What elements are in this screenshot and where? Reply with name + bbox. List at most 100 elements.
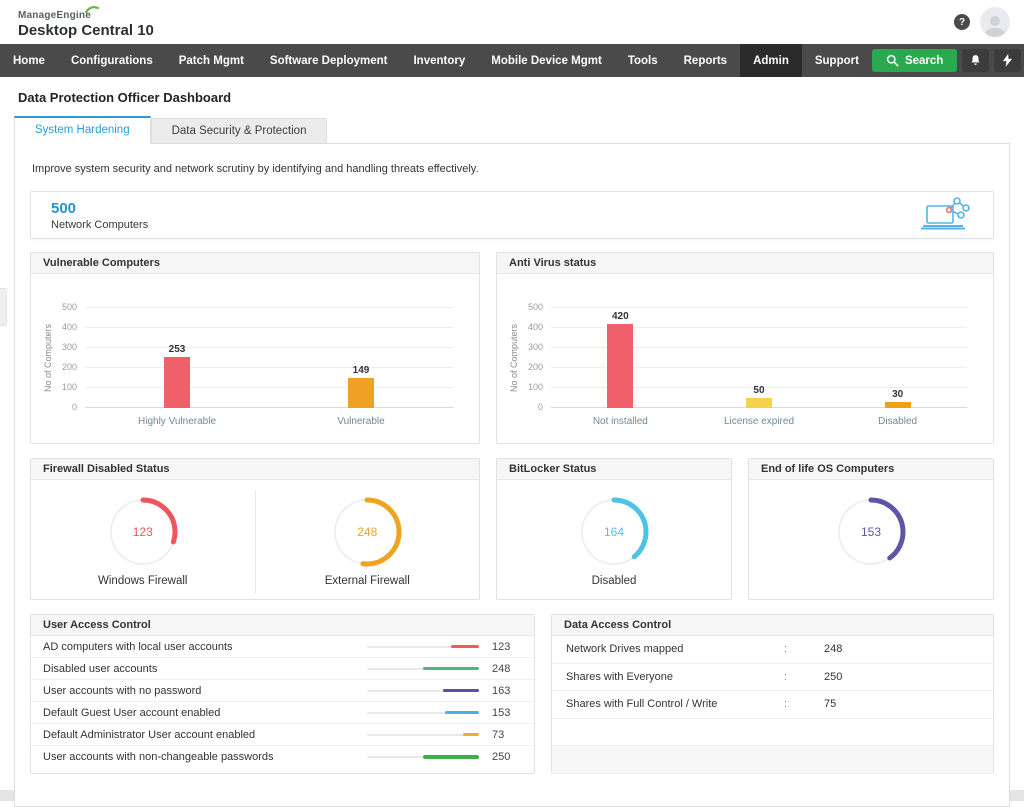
- donut[interactable]: 164Disabled: [578, 496, 650, 588]
- panel-description: Improve system security and network scru…: [32, 163, 994, 175]
- donut-label: Windows Firewall: [98, 575, 187, 588]
- metric-label: Default Guest User account enabled: [43, 707, 367, 719]
- y-tick-label: 100: [528, 382, 543, 392]
- donut-ring: 164: [578, 496, 650, 568]
- search-button-label: Search: [905, 55, 943, 67]
- donut[interactable]: 153: [835, 496, 907, 588]
- vulnerable-computers-chart: No of Computers0100200300400500253Highly…: [31, 274, 479, 444]
- x-category-label: Vulnerable: [337, 416, 384, 427]
- metric-bar-fill: [463, 733, 479, 737]
- laptop-network-icon: [919, 196, 971, 234]
- metric-label: Network Drives mapped: [566, 643, 784, 655]
- nav-item-reports[interactable]: Reports: [671, 44, 740, 77]
- donut-cell: 123 Windows Firewall: [31, 496, 255, 588]
- dashboard-tabs: System Hardening Data Security & Protect…: [14, 116, 1010, 143]
- firewall-disabled-status-card: Firewall Disabled Status 123 Windows Fire…: [30, 458, 480, 600]
- nav-item-patch-mgmt[interactable]: Patch Mgmt: [166, 44, 257, 77]
- metric-label: Shares with Full Control / Write: [566, 698, 784, 710]
- data-access-control-table: Network Drives mapped:248Shares with Eve…: [552, 636, 993, 774]
- bar[interactable]: [607, 324, 633, 408]
- bar[interactable]: [164, 357, 190, 408]
- quick-actions-button[interactable]: [994, 49, 1021, 72]
- avatar[interactable]: [980, 7, 1010, 37]
- x-category-label: Not installed: [593, 416, 648, 427]
- separator: :: [784, 643, 824, 655]
- nav-item-software-deployment[interactable]: Software Deployment: [257, 44, 401, 77]
- plot-area: 0100200300400500420Not installed50Licens…: [551, 308, 967, 408]
- search-button[interactable]: Search: [872, 49, 957, 72]
- donut-value: 164: [578, 496, 650, 568]
- y-tick-label: 200: [528, 362, 543, 372]
- card-title: Vulnerable Computers: [31, 253, 479, 274]
- donut-ring: 248: [331, 496, 403, 568]
- y-tick-label: 400: [62, 322, 77, 332]
- y-axis-label: No of Computers: [509, 308, 519, 408]
- bar-column: 253Highly Vulnerable: [142, 308, 212, 408]
- metric-label: AD computers with local user accounts: [43, 641, 367, 653]
- list-item[interactable]: AD computers with local user accounts 123: [31, 636, 534, 658]
- metric-bar-track: [367, 712, 479, 714]
- y-axis-label: No of Computers: [43, 308, 53, 408]
- donut-value: 248: [331, 496, 403, 568]
- bar[interactable]: [746, 398, 772, 408]
- metric-value: 123: [492, 641, 522, 653]
- help-icon[interactable]: ?: [954, 14, 970, 30]
- metric-value: 75: [824, 698, 836, 710]
- network-computers-label: Network Computers: [51, 219, 148, 231]
- y-tick-label: 200: [62, 362, 77, 372]
- end-of-life-os-donut: 153: [749, 480, 993, 600]
- y-tick-label: 0: [72, 402, 77, 412]
- nav-item-configurations[interactable]: Configurations: [58, 44, 166, 77]
- notification-bell-button[interactable]: [962, 49, 989, 72]
- bar-column: 149Vulnerable: [326, 308, 396, 408]
- metric-label: User accounts with non-changeable passwo…: [43, 751, 367, 763]
- nav-item-home[interactable]: Home: [0, 44, 58, 77]
- metric-label: Disabled user accounts: [43, 663, 367, 675]
- donut-ring: 153: [835, 496, 907, 568]
- x-category-label: License expired: [724, 416, 794, 427]
- metric-bar-fill: [423, 755, 479, 759]
- nav-item-mobile-device-mgmt[interactable]: Mobile Device Mgmt: [478, 44, 615, 77]
- list-item[interactable]: User accounts with non-changeable passwo…: [31, 746, 534, 768]
- table-row[interactable]: Shares with Everyone:250: [552, 664, 993, 692]
- bars: 253Highly Vulnerable 149Vulnerable: [85, 308, 453, 408]
- tab-data-security-protection[interactable]: Data Security & Protection: [151, 118, 328, 143]
- list-item[interactable]: User accounts with no password163: [31, 680, 534, 702]
- bar-column: 420Not installed: [585, 308, 655, 408]
- metric-bar-fill: [443, 689, 480, 693]
- donut-value: 153: [835, 496, 907, 568]
- list-item[interactable]: Default Guest User account enabled153: [31, 702, 534, 724]
- left-edge-tab[interactable]: [0, 288, 7, 326]
- bar[interactable]: [348, 378, 374, 408]
- y-tick-label: 400: [528, 322, 543, 332]
- metric-label: Shares with Everyone: [566, 671, 784, 683]
- bar-value: 149: [353, 365, 370, 376]
- nav-item-support[interactable]: Support: [802, 44, 872, 77]
- network-computers-summary-card[interactable]: 500 Network Computers: [30, 191, 994, 239]
- list-item[interactable]: Disabled user accounts248: [31, 658, 534, 680]
- metric-bar-track: [367, 690, 479, 692]
- donut-label: External Firewall: [325, 575, 410, 588]
- list-item[interactable]: Default Administrator User account enabl…: [31, 724, 534, 746]
- table-row: [552, 719, 993, 747]
- card-title: End of life OS Computers: [749, 459, 993, 480]
- brand-product-name: Desktop Central 10: [18, 23, 154, 40]
- metric-value: 250: [492, 751, 522, 763]
- table-row[interactable]: Network Drives mapped:248: [552, 636, 993, 664]
- bar[interactable]: [885, 402, 911, 408]
- card-title: Firewall Disabled Status: [31, 459, 479, 480]
- metric-bar-track: [367, 734, 479, 736]
- donut-value: 123: [107, 496, 179, 568]
- metric-value: 248: [824, 643, 842, 655]
- brand-logo[interactable]: ManageEngine Desktop Central 10: [18, 5, 154, 39]
- table-row: [552, 746, 993, 774]
- donut[interactable]: 248 External Firewall: [325, 496, 410, 588]
- nav-item-admin[interactable]: Admin: [740, 44, 802, 77]
- separator: :: [784, 698, 824, 710]
- table-row[interactable]: Shares with Full Control / Write:75: [552, 691, 993, 719]
- y-tick-label: 300: [528, 342, 543, 352]
- nav-item-inventory[interactable]: Inventory: [400, 44, 478, 77]
- tab-system-hardening[interactable]: System Hardening: [14, 116, 151, 144]
- donut[interactable]: 123 Windows Firewall: [98, 496, 187, 588]
- nav-item-tools[interactable]: Tools: [615, 44, 671, 77]
